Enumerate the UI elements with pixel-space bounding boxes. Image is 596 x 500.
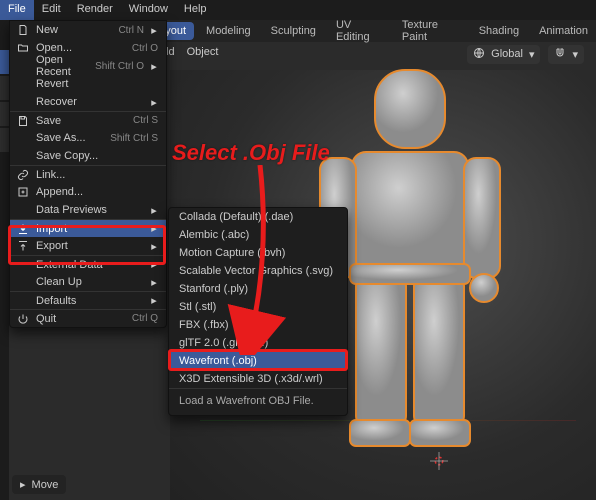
tool-settings-panel[interactable]: ▸ Move: [12, 475, 66, 494]
submenu-arrow-icon: ▸: [150, 60, 158, 73]
tab-sculpting[interactable]: Sculpting: [263, 22, 324, 40]
import-stl[interactable]: Stl (.stl): [169, 298, 347, 316]
file-link[interactable]: Link...: [10, 165, 166, 183]
import-collada[interactable]: Collada (Default) (.dae): [169, 208, 347, 226]
submenu-arrow-icon: ▸: [150, 294, 158, 307]
import-bvh[interactable]: Motion Capture (.bvh): [169, 244, 347, 262]
menu-edit[interactable]: Edit: [34, 0, 69, 20]
tab-animation[interactable]: Animation: [531, 22, 596, 40]
import-svg[interactable]: Scalable Vector Graphics (.svg): [169, 262, 347, 280]
chevron-right-icon: ▸: [20, 478, 26, 491]
folder-icon: [16, 41, 30, 55]
menu-file[interactable]: File: [0, 0, 34, 20]
file-open-recent[interactable]: Open Recent Shift Ctrl O ▸: [10, 57, 166, 75]
origin-3d-cursor-icon: [430, 452, 448, 470]
import-submenu: Collada (Default) (.dae) Alembic (.abc) …: [168, 207, 348, 416]
tab-modeling[interactable]: Modeling: [198, 22, 259, 40]
snap-dropdown[interactable]: ▾: [548, 45, 584, 64]
import-alembic[interactable]: Alembic (.abc): [169, 226, 347, 244]
submenu-arrow-icon: ▸: [150, 276, 158, 289]
file-quit[interactable]: Quit Ctrl Q: [10, 309, 166, 327]
file-save-as[interactable]: Save As... Shift Ctrl S: [10, 129, 166, 147]
viewport-toolbar: [0, 20, 9, 500]
file-clean-up[interactable]: Clean Up ▸: [10, 273, 166, 291]
tab-uv[interactable]: UV Editing: [328, 16, 390, 46]
chevron-down-icon: ▾: [529, 48, 535, 61]
tab-shading[interactable]: Shading: [471, 22, 527, 40]
file-new-label: New: [36, 24, 112, 36]
import-ply[interactable]: Stanford (.ply): [169, 280, 347, 298]
import-gltf[interactable]: glTF 2.0 (.glb/.gltf): [169, 334, 347, 352]
file-new[interactable]: New Ctrl N ▸: [10, 21, 166, 39]
file-new-shortcut: Ctrl N: [118, 25, 144, 36]
import-fbx[interactable]: FBX (.fbx): [169, 316, 347, 334]
tool-name-label: Move: [32, 479, 59, 491]
menu-window[interactable]: Window: [121, 0, 176, 20]
app-menu-bar: File Edit Render Window Help: [0, 0, 596, 20]
submenu-arrow-icon: ▸: [150, 240, 158, 253]
file-revert[interactable]: Revert: [10, 75, 166, 93]
file-menu-dropdown: New Ctrl N ▸ Open... Ctrl O Open Recent …: [9, 20, 167, 328]
menu-render[interactable]: Render: [69, 0, 121, 20]
chevron-down-icon: ▾: [572, 48, 578, 61]
file-save-copy[interactable]: Save Copy...: [10, 147, 166, 165]
submenu-arrow-icon: ▸: [150, 96, 158, 109]
file-append[interactable]: Append...: [10, 183, 166, 201]
file-defaults[interactable]: Defaults ▸: [10, 291, 166, 309]
append-icon: [16, 185, 30, 199]
submenu-arrow-icon: ▸: [150, 204, 158, 217]
file-external-data[interactable]: External Data ▸: [10, 255, 166, 273]
tool-move[interactable]: [0, 102, 9, 126]
menu-help[interactable]: Help: [176, 0, 215, 20]
tool-rotate[interactable]: [0, 128, 9, 152]
export-icon: [16, 239, 30, 253]
status-bar-hint: Load a Wavefront OBJ File.: [169, 388, 347, 415]
orientation-label: Global: [491, 48, 523, 60]
import-x3d[interactable]: X3D Extensible 3D (.x3d/.wrl): [169, 370, 347, 388]
tool-cursor[interactable]: [0, 76, 9, 100]
file-save[interactable]: Save Ctrl S: [10, 111, 166, 129]
submenu-arrow-icon: ▸: [150, 258, 158, 271]
power-icon: [16, 312, 30, 326]
viewport-menu-object[interactable]: Object: [187, 46, 219, 58]
file-data-previews[interactable]: Data Previews ▸: [10, 201, 166, 219]
import-wavefront-obj[interactable]: Wavefront (.obj): [169, 352, 347, 370]
submenu-arrow-icon: ▸: [150, 24, 158, 37]
save-icon: [16, 114, 30, 128]
link-icon: [16, 168, 30, 182]
file-export[interactable]: Export ▸: [10, 237, 166, 255]
import-icon: [16, 222, 30, 236]
submenu-arrow-icon: ▸: [150, 222, 158, 235]
file-import[interactable]: Import ▸: [10, 219, 166, 237]
tool-select-box[interactable]: [0, 50, 9, 74]
document-icon: [16, 23, 30, 37]
tab-texture[interactable]: Texture Paint: [394, 16, 467, 46]
magnet-icon: [554, 47, 566, 62]
file-recover[interactable]: Recover ▸: [10, 93, 166, 111]
